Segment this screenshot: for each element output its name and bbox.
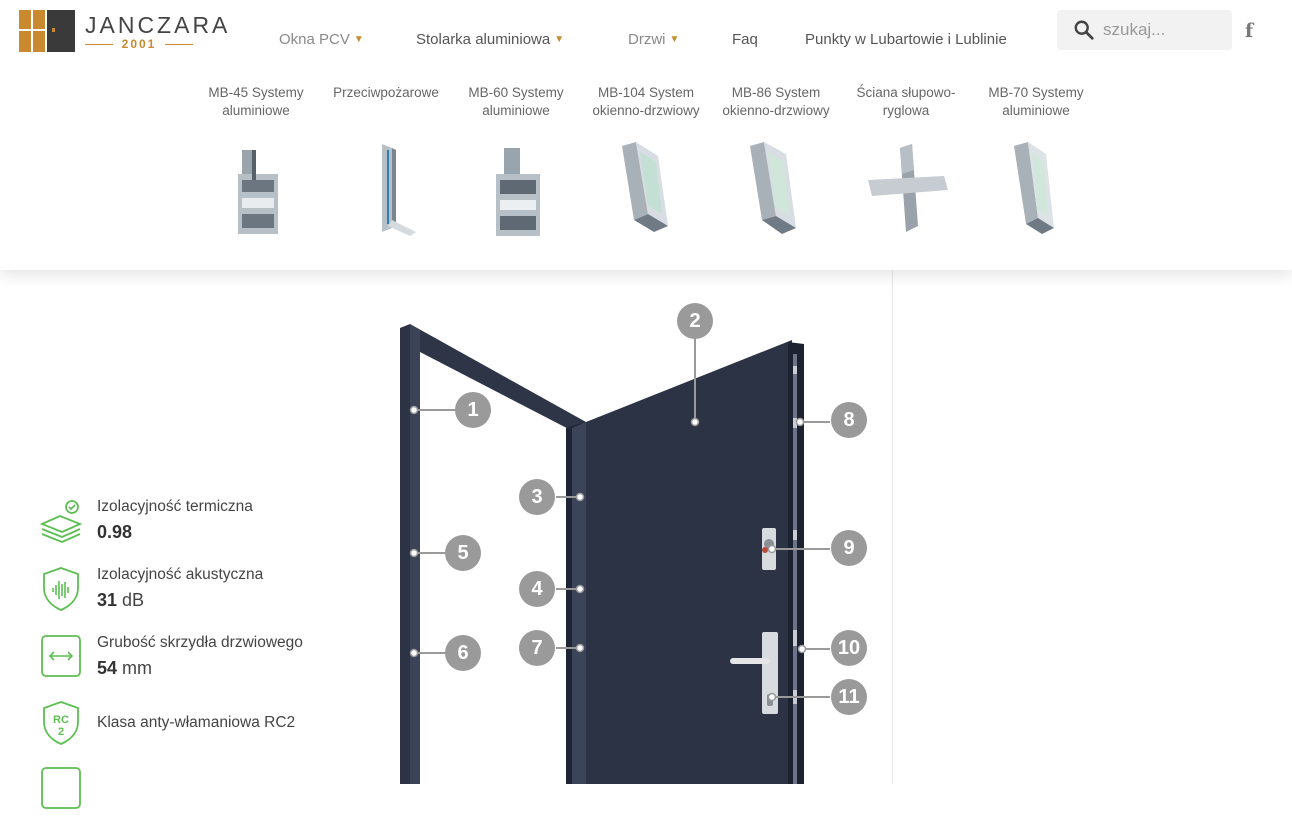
feature-rc2: RC 2 Klasa anty-włamaniowa RC2 [40, 700, 380, 760]
submenu-mb60[interactable]: MB-60 Systemy aluminiowe [451, 84, 581, 240]
marker-6[interactable]: 6 [445, 635, 481, 671]
frame-left-jamb [400, 324, 410, 784]
marker-11[interactable]: 11 [831, 679, 867, 715]
value-number: 0.98 [97, 522, 133, 542]
nav-okna-pcv[interactable]: Okna PCV ▼ [279, 31, 364, 48]
nav-label: Punkty w Lubartowie i Lublinie [805, 31, 1007, 48]
marker-7[interactable]: 7 [519, 630, 555, 666]
chevron-down-icon: ▼ [353, 34, 364, 45]
brand-year: 2001 [85, 37, 193, 51]
marker-1[interactable]: 1 [455, 392, 491, 428]
value-unit: mm [122, 658, 153, 678]
submenu-mb86[interactable]: MB-86 System okienno-drzwiowy [711, 84, 841, 240]
feature-value: 54 mm [97, 658, 152, 679]
nav-drzwi[interactable]: Drzwi ▼ [628, 31, 679, 48]
chevron-down-icon: ▼ [554, 34, 565, 45]
nav-label: Okna PCV [279, 31, 350, 48]
brand-name: JANCZARA [85, 12, 231, 38]
feature-title: Grubość skrzydła drzwiowego [97, 634, 303, 651]
submenu-label: MB-86 System okienno-drzwiowy [722, 85, 830, 118]
partial-feature-icon [41, 767, 81, 809]
value-number: 31 [97, 590, 118, 610]
fire-profile-icon [382, 144, 416, 236]
thermal-insulation-icon [40, 500, 82, 543]
marker-5[interactable]: 5 [445, 535, 481, 571]
marker-10[interactable]: 10 [831, 630, 867, 666]
marker-9[interactable]: 9 [831, 530, 867, 566]
feature-thermal: Izolacyjność termiczna 0.98 [40, 498, 380, 558]
submenu-label: MB-60 Systemy aluminiowe [468, 85, 564, 118]
logo[interactable]: JANCZARA 2001 [19, 10, 227, 54]
submenu-label: Ściana słupowo-ryglowa [856, 85, 956, 118]
thickness-icon [41, 635, 81, 677]
submenu-mb104[interactable]: MB-104 System okienno-drzwiowy [581, 84, 711, 240]
feature-title: Klasa anty-włamaniowa RC2 [97, 714, 296, 731]
window-profile-icon [622, 142, 668, 232]
window-profile-icon [1014, 142, 1054, 234]
window-profile-icon [750, 142, 796, 234]
frame-top [410, 324, 586, 438]
aluminium-profile-icon [496, 148, 540, 236]
mullion-transom-icon [868, 144, 948, 232]
nav-faq[interactable]: Faq [732, 31, 758, 48]
feature-title: Izolacyjność akustyczna [97, 566, 264, 583]
submenu-przeciwpozarowe[interactable]: Przeciwpożarowe [321, 84, 451, 240]
svg-text:RC: RC [53, 714, 69, 726]
submenu-mb70[interactable]: MB-70 Systemy aluminiowe [971, 84, 1101, 240]
rc2-shield-icon: RC 2 [43, 701, 79, 745]
marker-4[interactable]: 4 [519, 571, 555, 607]
submenu-label: Przeciwpożarowe [333, 85, 439, 100]
nav-label: Stolarka aluminiowa [416, 31, 551, 48]
nav-stolarka-aluminiowa[interactable]: Stolarka aluminiowa ▼ [416, 31, 564, 48]
svg-text:2: 2 [58, 726, 64, 738]
nav-label: Drzwi [628, 31, 666, 48]
nav-punkty[interactable]: Punkty w Lubartowie i Lublinie [805, 31, 1007, 48]
feature-value: 31 dB [97, 590, 144, 611]
marker-8[interactable]: 8 [831, 402, 867, 438]
nav-label: Faq [732, 31, 758, 48]
feature-partial [40, 766, 380, 826]
submenu-label: MB-70 Systemy aluminiowe [988, 85, 1084, 118]
submenu-sciana[interactable]: Ściana słupowo-ryglowa [841, 84, 971, 240]
acoustic-shield-icon [43, 567, 79, 611]
facebook-icon[interactable]: f [1245, 20, 1253, 42]
door-handle [730, 658, 770, 664]
search-box [1057, 10, 1232, 50]
search-input[interactable] [1103, 10, 1223, 50]
feature-value: 0.98 [97, 522, 132, 543]
search-icon[interactable] [1073, 19, 1095, 41]
submenu-label: MB-45 Systemy aluminiowe [208, 85, 304, 118]
logo-mark-icon [19, 10, 75, 52]
marker-3[interactable]: 3 [519, 479, 555, 515]
value-number: 54 [97, 658, 118, 678]
feature-title: Izolacyjność termiczna [97, 498, 253, 515]
door-leaf [586, 340, 792, 784]
aluminium-profile-icon [238, 150, 278, 234]
marker-2[interactable]: 2 [677, 303, 713, 339]
site-header: JANCZARA 2001 Okna PCV ▼ Stolarka alumin… [0, 0, 1292, 270]
feature-thickness: Grubość skrzydła drzwiowego 54 mm [40, 634, 380, 694]
value-unit: dB [122, 590, 145, 610]
submenu-label: MB-104 System okienno-drzwiowy [592, 85, 700, 118]
submenu-mb45[interactable]: MB-45 Systemy aluminiowe [191, 84, 321, 240]
chevron-down-icon: ▼ [669, 34, 680, 45]
feature-acoustic: Izolacyjność akustyczna 31 dB [40, 566, 380, 626]
